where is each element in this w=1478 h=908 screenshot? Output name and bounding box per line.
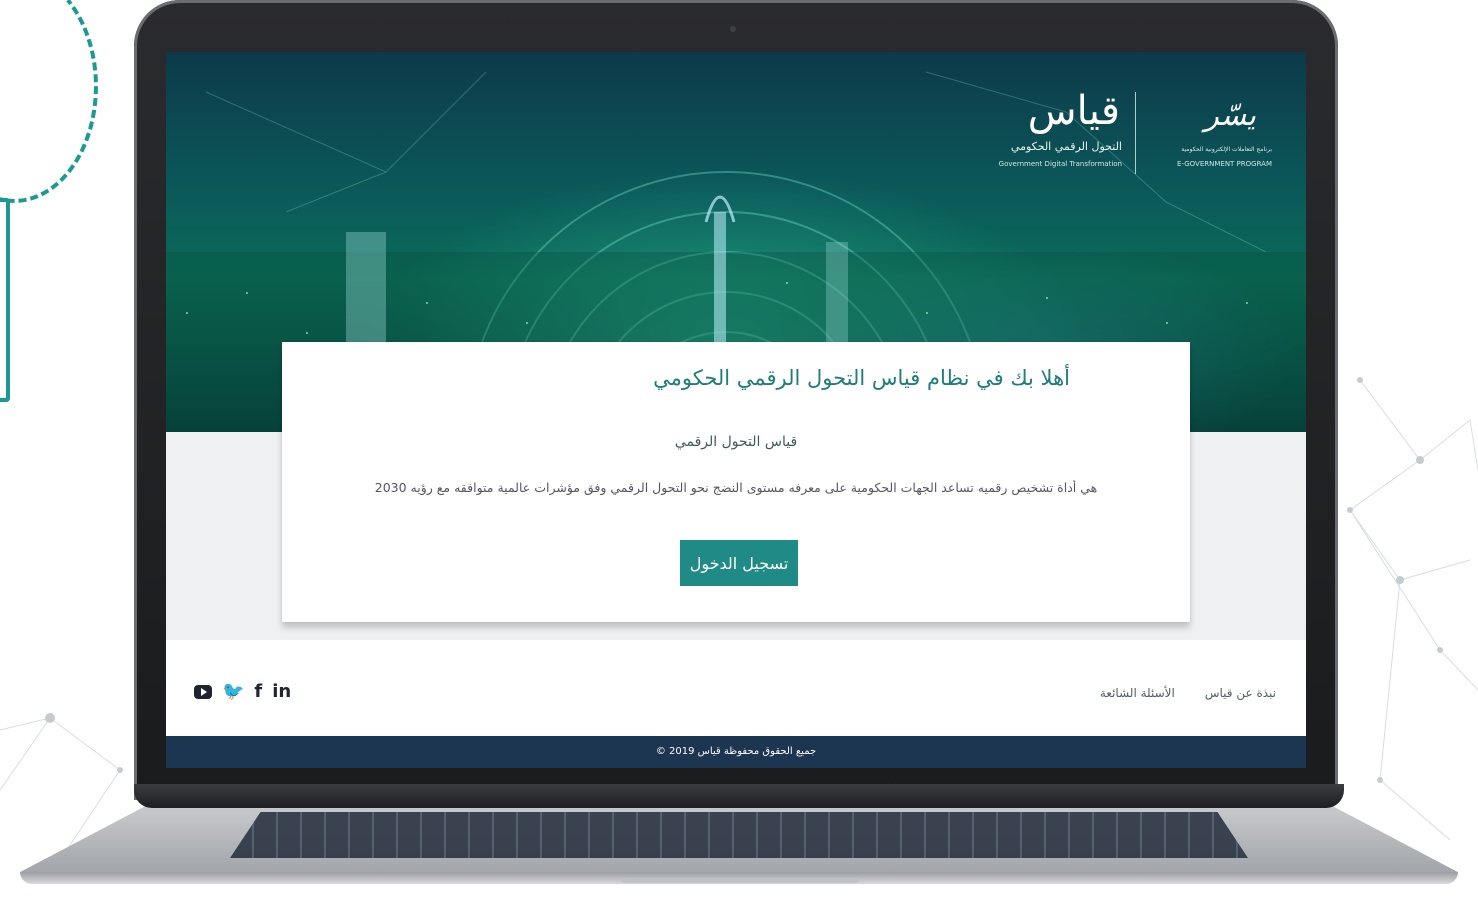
yesser-logo: يسّر [1204,98,1256,133]
login-button[interactable]: تسجيل الدخول [680,540,798,586]
linkedin-icon[interactable]: in [272,682,291,702]
camera [730,26,736,32]
keyboard [230,812,1248,858]
qiyas-logo-subtitle-ar: التحول الرقمي الحكومي [1010,140,1122,153]
decorative-dashed-arc [0,0,98,203]
decorative-bar [0,198,10,402]
laptop-notch [620,878,860,883]
welcome-subtitle: قياس التحول الرقمي [674,434,798,450]
yesser-logo-subtitle-en: E-GOVERNMENT PROGRAM [1177,160,1272,168]
logo-divider [1135,92,1136,174]
logo-area: قياس التحول الرقمي الحكومي Government Di… [999,88,1272,178]
social-links: 🐦 f in [194,682,291,702]
laptop-hinge [134,784,1344,808]
welcome-card: أهلا بك في نظام قياس التحول الرقمي الحكو… [282,342,1190,622]
welcome-description: هي أداة تشخيص رقميه تساعد الجهات الحكومي… [374,480,1098,495]
copyright-bar: جميع الحقوق محفوظة قياس 2019 © [166,736,1306,768]
footer-nav: نبذة عن قياس الأسئلة الشائعة [1100,686,1276,700]
yesser-logo-subtitle-ar: برنامج التعاملات الإلكترونية الحكومية [1181,146,1272,153]
laptop-base [20,784,1458,896]
qiyas-logo-subtitle-en: Government Digital Transformation [998,160,1122,168]
footer: 🐦 f in نبذة عن قياس الأسئلة الشائعة [166,640,1306,736]
welcome-title: أهلا بك في نظام قياس التحول الرقمي الحكو… [653,366,1070,390]
footer-link-faq[interactable]: الأسئلة الشائعة [1100,686,1175,700]
laptop-screen: قياس التحول الرقمي الحكومي Government Di… [166,52,1306,768]
twitter-icon[interactable]: 🐦 [222,682,244,702]
qiyas-logo-title: قياس [1027,88,1120,134]
footer-link-about[interactable]: نبذة عن قياس [1205,686,1276,700]
youtube-icon[interactable] [194,685,212,699]
facebook-icon[interactable]: f [254,682,262,702]
